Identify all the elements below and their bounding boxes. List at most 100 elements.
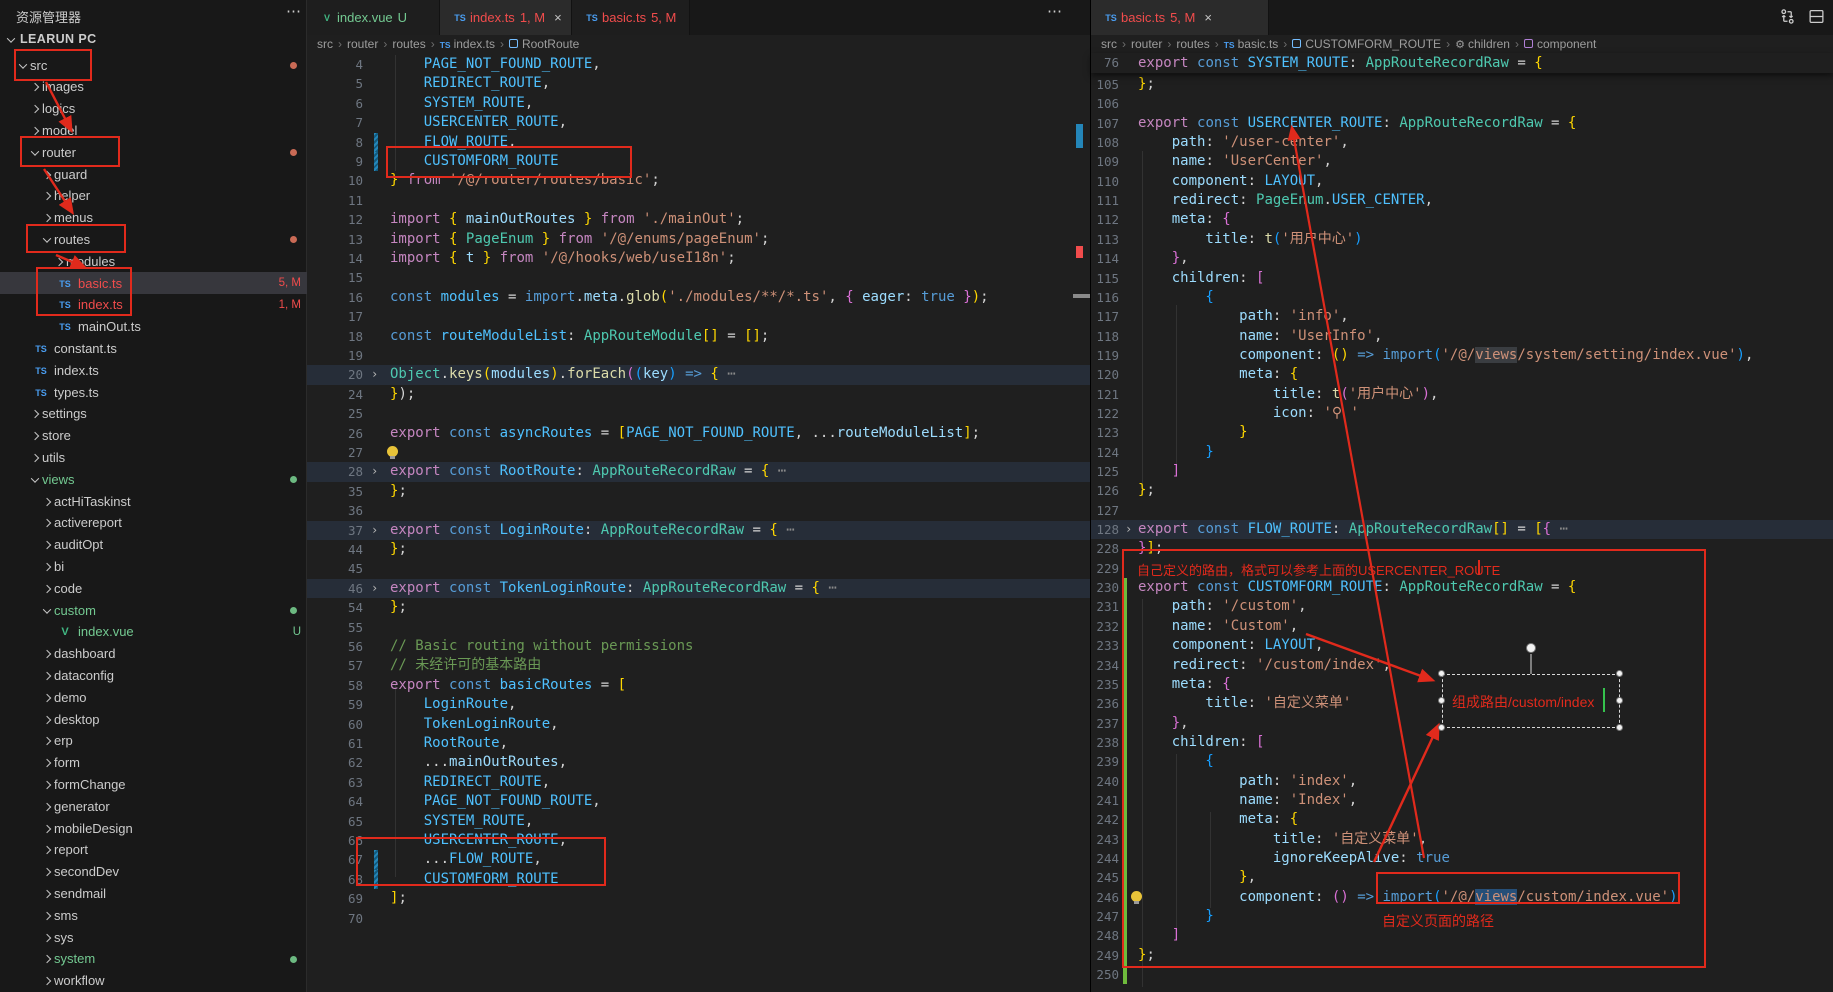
tree-item-custom[interactable]: custom: [0, 599, 307, 621]
code-line-119[interactable]: 119 component: () => import('/@/views/sy…: [1091, 346, 1833, 365]
tree-item-bi[interactable]: bi: [0, 555, 307, 577]
tree-item-store[interactable]: store: [0, 425, 307, 447]
selection-handle[interactable]: [1616, 670, 1623, 677]
tab-index.ts[interactable]: TSindex.ts1, M×: [440, 0, 572, 35]
code-line-13[interactable]: 13import { PageEnum } from '/@/enums/pag…: [307, 230, 1090, 249]
code-line-64[interactable]: 64 PAGE_NOT_FOUND_ROUTE,: [307, 792, 1090, 811]
tree-item-demo[interactable]: demo: [0, 686, 307, 708]
code-line-232[interactable]: 232 name: 'Custom',: [1091, 617, 1833, 636]
code-line-109[interactable]: 109 name: 'UserCenter',: [1091, 152, 1833, 171]
code-line-234[interactable]: 234 redirect: '/custom/index',: [1091, 656, 1833, 675]
code-line-126[interactable]: 126};: [1091, 481, 1833, 500]
selection-handle[interactable]: [1616, 724, 1623, 731]
code-line-57[interactable]: 57// 未经许可的基本路由: [307, 656, 1090, 675]
tree-item-system[interactable]: system: [0, 948, 307, 970]
tab-basic.ts[interactable]: TSbasic.ts5, M: [572, 0, 690, 35]
annotation-textbox[interactable]: 组成路由/custom/index: [1442, 674, 1620, 728]
tree-item-dashboard[interactable]: dashboard: [0, 643, 307, 665]
code-line-122[interactable]: 122 icon: '⚲ ': [1091, 404, 1833, 423]
tree-item-activereport[interactable]: activereport: [0, 512, 307, 534]
code-line-58[interactable]: 58export const basicRoutes = [: [307, 676, 1090, 695]
breadcrumb-item[interactable]: CUSTOMFORM_ROUTE: [1305, 37, 1441, 51]
tree-item-views[interactable]: views: [0, 468, 307, 490]
code-line-7[interactable]: 7 USERCENTER_ROUTE,: [307, 113, 1090, 132]
code-line-250[interactable]: 250: [1091, 965, 1833, 984]
tree-item-guard[interactable]: guard: [0, 163, 307, 185]
code-line-111[interactable]: 111 redirect: PageEnum.USER_CENTER,: [1091, 191, 1833, 210]
code-line-70[interactable]: 70: [307, 909, 1090, 928]
code-line-113[interactable]: 113 title: t('用户中心'): [1091, 230, 1833, 249]
tree-item-logics[interactable]: logics: [0, 98, 307, 120]
tree-item-dataconfig[interactable]: dataconfig: [0, 664, 307, 686]
tab-more-icon[interactable]: ⋯: [1047, 2, 1062, 20]
code-line-117[interactable]: 117 path: 'info',: [1091, 307, 1833, 326]
code-line-243[interactable]: 243 title: '自定义菜单',: [1091, 830, 1833, 849]
tree-item-erp[interactable]: erp: [0, 730, 307, 752]
code-line-239[interactable]: 239 {: [1091, 752, 1833, 771]
code-line-245[interactable]: 245 },: [1091, 868, 1833, 887]
tree-item-index.ts[interactable]: TSindex.ts1, M: [0, 294, 307, 316]
code-line-244[interactable]: 244 ignoreKeepAlive: true: [1091, 849, 1833, 868]
code-line-120[interactable]: 120 meta: {: [1091, 365, 1833, 384]
tree-item-index.ts[interactable]: TSindex.ts: [0, 359, 307, 381]
code-line-233[interactable]: 233 component: LAYOUT,: [1091, 636, 1833, 655]
selection-handle[interactable]: [1438, 670, 1445, 677]
right-breadcrumb[interactable]: src›router›routes›TSbasic.ts›CUSTOMFORM_…: [1091, 35, 1833, 53]
code-line-11[interactable]: 11: [307, 191, 1090, 210]
tree-item-types.ts[interactable]: TStypes.ts: [0, 381, 307, 403]
code-line-46[interactable]: 46›export const TokenLoginRoute: AppRout…: [307, 579, 1090, 598]
code-line-249[interactable]: 249};: [1091, 946, 1833, 965]
middle-overview-ruler[interactable]: [1073, 53, 1090, 992]
code-line-19[interactable]: 19: [307, 346, 1090, 365]
tab-basic.ts[interactable]: TSbasic.ts5, M×: [1091, 0, 1269, 35]
code-line-12[interactable]: 12import { mainOutRoutes } from './mainO…: [307, 210, 1090, 229]
code-line-17[interactable]: 17: [307, 307, 1090, 326]
code-line-123[interactable]: 123 }: [1091, 423, 1833, 442]
breadcrumb-item[interactable]: routes: [1176, 37, 1209, 51]
code-line-36[interactable]: 36: [307, 501, 1090, 520]
breadcrumb-item[interactable]: basic.ts: [1238, 37, 1279, 51]
code-line-116[interactable]: 116 {: [1091, 288, 1833, 307]
fold-chevron-icon[interactable]: ›: [371, 579, 378, 598]
code-line-5[interactable]: 5 REDIRECT_ROUTE,: [307, 74, 1090, 93]
code-line-15[interactable]: 15: [307, 268, 1090, 287]
code-line-18[interactable]: 18const routeModuleList: AppRouteModule[…: [307, 327, 1090, 346]
lightbulb-icon[interactable]: [387, 446, 398, 457]
tree-item-auditOpt[interactable]: auditOpt: [0, 534, 307, 556]
code-line-16[interactable]: 16const modules = import.meta.glob('./mo…: [307, 288, 1090, 307]
code-line-128[interactable]: 128›export const FLOW_ROUTE: AppRouteRec…: [1091, 520, 1833, 539]
right-code-editor[interactable]: 105};106107export const USERCENTER_ROUTE…: [1091, 53, 1833, 992]
code-line-60[interactable]: 60 TokenLoginRoute,: [307, 715, 1090, 734]
split-editor-icon[interactable]: [1808, 8, 1825, 25]
code-line-10[interactable]: 10} from '/@/router/routes/basic';: [307, 171, 1090, 190]
tree-item-router[interactable]: router: [0, 141, 307, 163]
code-line-124[interactable]: 124 }: [1091, 443, 1833, 462]
tree-item-formChange[interactable]: formChange: [0, 773, 307, 795]
tree-item-index.vue[interactable]: Vindex.vueU: [0, 621, 307, 643]
code-line-61[interactable]: 61 RootRoute,: [307, 734, 1090, 753]
code-line-125[interactable]: 125 ]: [1091, 462, 1833, 481]
code-line-55[interactable]: 55: [307, 618, 1090, 637]
code-line-108[interactable]: 108 path: '/user-center',: [1091, 133, 1833, 152]
code-line-105[interactable]: 105};: [1091, 75, 1833, 94]
tree-item-utils[interactable]: utils: [0, 446, 307, 468]
tree-item-form[interactable]: form: [0, 752, 307, 774]
breadcrumb-item[interactable]: RootRoute: [522, 37, 579, 51]
code-line-26[interactable]: 26export const asyncRoutes = [PAGE_NOT_F…: [307, 424, 1090, 443]
tree-item-code[interactable]: code: [0, 577, 307, 599]
code-line-24[interactable]: 24});: [307, 385, 1090, 404]
sticky-scroll-line[interactable]: 76export const SYSTEM_ROUTE: AppRouteRec…: [1091, 53, 1833, 73]
code-line-231[interactable]: 231 path: '/custom',: [1091, 597, 1833, 616]
tree-item-routes[interactable]: routes: [0, 228, 307, 250]
code-line-127[interactable]: 127: [1091, 501, 1833, 520]
selection-handle[interactable]: [1438, 724, 1445, 731]
fold-chevron-icon[interactable]: ›: [1125, 520, 1132, 539]
code-line-45[interactable]: 45: [307, 559, 1090, 578]
close-icon[interactable]: ×: [1204, 10, 1212, 25]
code-line-62[interactable]: 62 ...mainOutRoutes,: [307, 753, 1090, 772]
code-line-115[interactable]: 115 children: [: [1091, 269, 1833, 288]
code-line-68[interactable]: 68 CUSTOMFORM_ROUTE: [307, 870, 1090, 889]
tree-item-desktop[interactable]: desktop: [0, 708, 307, 730]
breadcrumb-item[interactable]: router: [1131, 37, 1162, 51]
breadcrumb-item[interactable]: children: [1468, 37, 1510, 51]
